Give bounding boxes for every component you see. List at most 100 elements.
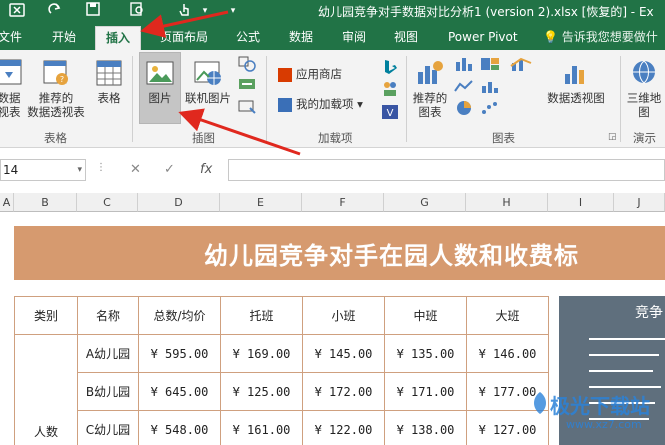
recommended-charts-button[interactable]: 推荐的 图表 bbox=[410, 58, 450, 119]
touch-mode-dropdown-icon[interactable]: ▾ bbox=[196, 2, 214, 20]
screenshot-button[interactable] bbox=[236, 98, 258, 117]
column-header-b[interactable]: B bbox=[14, 193, 77, 212]
tab-page-layout[interactable]: 页面布局 bbox=[160, 26, 208, 50]
ribbon-separator bbox=[132, 56, 133, 142]
3d-map-label-1: 三维地 bbox=[626, 91, 662, 105]
excel-logo-icon bbox=[8, 2, 26, 20]
bing-icon bbox=[385, 60, 397, 74]
column-header-c[interactable]: C bbox=[77, 193, 138, 212]
visio-icon: V bbox=[382, 105, 398, 119]
dialog-launcher-icon[interactable]: ◲ bbox=[608, 132, 617, 142]
formula-bar: 14 ▾ ⋮ ✕ ✓ fx bbox=[0, 148, 665, 190]
table-header-cell[interactable]: 中班 bbox=[384, 296, 467, 335]
table-cell[interactable]: ¥ 146.00 bbox=[466, 334, 549, 373]
chevron-down-icon[interactable]: ▾ bbox=[77, 160, 82, 180]
statistic-chart-button[interactable] bbox=[478, 78, 502, 97]
table-header-cell[interactable]: 总数/均价 bbox=[138, 296, 221, 335]
table-cell[interactable]: ¥ 645.00 bbox=[138, 372, 221, 411]
line-chart-button[interactable] bbox=[452, 78, 476, 97]
ribbon-separator bbox=[406, 56, 407, 142]
category-cell[interactable]: 人数 bbox=[14, 334, 78, 445]
recommended-pivot-button[interactable]: ? 推荐的 数据透视表 bbox=[24, 58, 88, 119]
table-header-cell[interactable]: 小班 bbox=[302, 296, 385, 335]
column-header-a[interactable]: A bbox=[0, 193, 14, 212]
table-cell[interactable]: ¥ 161.00 bbox=[220, 410, 303, 445]
enter-icon[interactable]: ✓ bbox=[164, 162, 175, 177]
table-cell[interactable]: ¥ 172.00 bbox=[302, 372, 385, 411]
bing-maps-button[interactable] bbox=[378, 58, 402, 79]
hierarchy-chart-button[interactable] bbox=[478, 56, 502, 75]
tab-file[interactable]: 文件 bbox=[0, 26, 22, 50]
table-header-cell[interactable]: 托班 bbox=[220, 296, 303, 335]
pivot-table-button[interactable]: 数据 视表 bbox=[0, 58, 24, 119]
table-cell[interactable]: ¥ 125.00 bbox=[220, 372, 303, 411]
print-preview-icon[interactable] bbox=[128, 2, 146, 20]
table-cell[interactable]: B幼儿园 bbox=[77, 372, 139, 411]
3d-map-button[interactable]: 三维地 图 bbox=[624, 58, 664, 119]
tab-data[interactable]: 数据 bbox=[289, 26, 313, 50]
people-graph-button[interactable] bbox=[378, 80, 402, 101]
smartart-button[interactable] bbox=[236, 76, 258, 95]
more-options-icon: ⋮ bbox=[96, 162, 106, 173]
combo-chart-button[interactable] bbox=[506, 56, 536, 75]
table-cell[interactable]: ¥ 169.00 bbox=[220, 334, 303, 373]
table-header-cell[interactable]: 名称 bbox=[77, 296, 139, 335]
visio-button[interactable]: V bbox=[378, 104, 402, 123]
pivot-chart-button[interactable]: 数据透视图 bbox=[540, 58, 612, 105]
online-picture-button[interactable]: 联机图片 bbox=[182, 58, 234, 105]
touch-mode-icon[interactable] bbox=[176, 2, 194, 20]
table-cell[interactable]: ¥ 122.00 bbox=[302, 410, 385, 445]
tab-review[interactable]: 审阅 bbox=[342, 26, 366, 50]
tell-me-box[interactable]: 💡 告诉我您想要做什 bbox=[543, 26, 658, 48]
table-button[interactable]: 表格 bbox=[92, 58, 126, 105]
shapes-button[interactable] bbox=[236, 56, 258, 75]
table-cell[interactable]: ¥ 595.00 bbox=[138, 334, 221, 373]
table-cell[interactable]: C幼儿园 bbox=[77, 410, 139, 445]
recommended-pivot-label-1: 推荐的 bbox=[38, 91, 74, 105]
table-header-cell[interactable]: 大班 bbox=[466, 296, 549, 335]
column-header-h[interactable]: H bbox=[466, 193, 548, 212]
my-addins-button[interactable]: 我的加载项 ▾ bbox=[278, 96, 363, 112]
store-button[interactable]: 应用商店 bbox=[278, 66, 342, 82]
customize-qat-icon[interactable]: ▾ bbox=[224, 2, 242, 20]
report-banner: 幼儿园竞争对手在园人数和收费标 bbox=[14, 226, 665, 280]
tab-power-pivot[interactable]: Power Pivot bbox=[448, 26, 518, 50]
column-header-e[interactable]: E bbox=[220, 193, 302, 212]
tab-home[interactable]: 开始 bbox=[52, 26, 76, 50]
name-box[interactable]: 14 ▾ bbox=[0, 159, 86, 181]
table-cell[interactable]: A幼儿园 bbox=[77, 334, 139, 373]
column-chart-button[interactable] bbox=[452, 56, 476, 75]
table-cell[interactable]: ¥ 171.00 bbox=[384, 372, 467, 411]
column-header-g[interactable]: G bbox=[384, 193, 466, 212]
save-icon[interactable] bbox=[84, 2, 102, 20]
column-header-i[interactable]: I bbox=[548, 193, 614, 212]
tab-view[interactable]: 视图 bbox=[394, 26, 418, 50]
table-row: B幼儿园 ¥ 645.00 ¥ 125.00 ¥ 172.00 ¥ 171.00… bbox=[15, 372, 549, 411]
lightbulb-icon: 💡 bbox=[543, 30, 558, 44]
cancel-icon[interactable]: ✕ bbox=[130, 162, 141, 177]
pie-chart-button[interactable] bbox=[452, 100, 476, 119]
picture-button[interactable]: 图片 bbox=[139, 58, 181, 105]
chart-bar bbox=[589, 370, 653, 372]
scatter-chart-button[interactable] bbox=[478, 100, 502, 119]
table-cell[interactable]: ¥ 138.00 bbox=[384, 410, 467, 445]
watermark-url: www.xz7.com bbox=[566, 418, 642, 431]
formula-input[interactable] bbox=[228, 159, 665, 181]
online-picture-label: 联机图片 bbox=[185, 91, 231, 105]
charts-group-label: 图表 bbox=[492, 131, 515, 145]
redo-icon[interactable] bbox=[46, 2, 64, 20]
column-header-f[interactable]: F bbox=[302, 193, 384, 212]
table-row: C幼儿园 ¥ 548.00 ¥ 161.00 ¥ 122.00 ¥ 138.00… bbox=[15, 410, 549, 445]
table-cell[interactable]: ¥ 145.00 bbox=[302, 334, 385, 373]
table-cell[interactable]: ¥ 548.00 bbox=[138, 410, 221, 445]
tab-formulas[interactable]: 公式 bbox=[236, 26, 260, 50]
table-cell[interactable]: ¥ 135.00 bbox=[384, 334, 467, 373]
ribbon-separator bbox=[620, 56, 621, 142]
column-header-d[interactable]: D bbox=[138, 193, 220, 212]
table-header-cell[interactable]: 类别 bbox=[14, 296, 78, 335]
banner-title: 幼儿园竞争对手在园人数和收费标 bbox=[204, 242, 579, 270]
insert-function-icon[interactable]: fx bbox=[200, 162, 212, 177]
tab-insert[interactable]: 插入 bbox=[95, 26, 142, 50]
globe-icon bbox=[633, 60, 655, 84]
column-header-j[interactable]: J bbox=[614, 193, 665, 212]
